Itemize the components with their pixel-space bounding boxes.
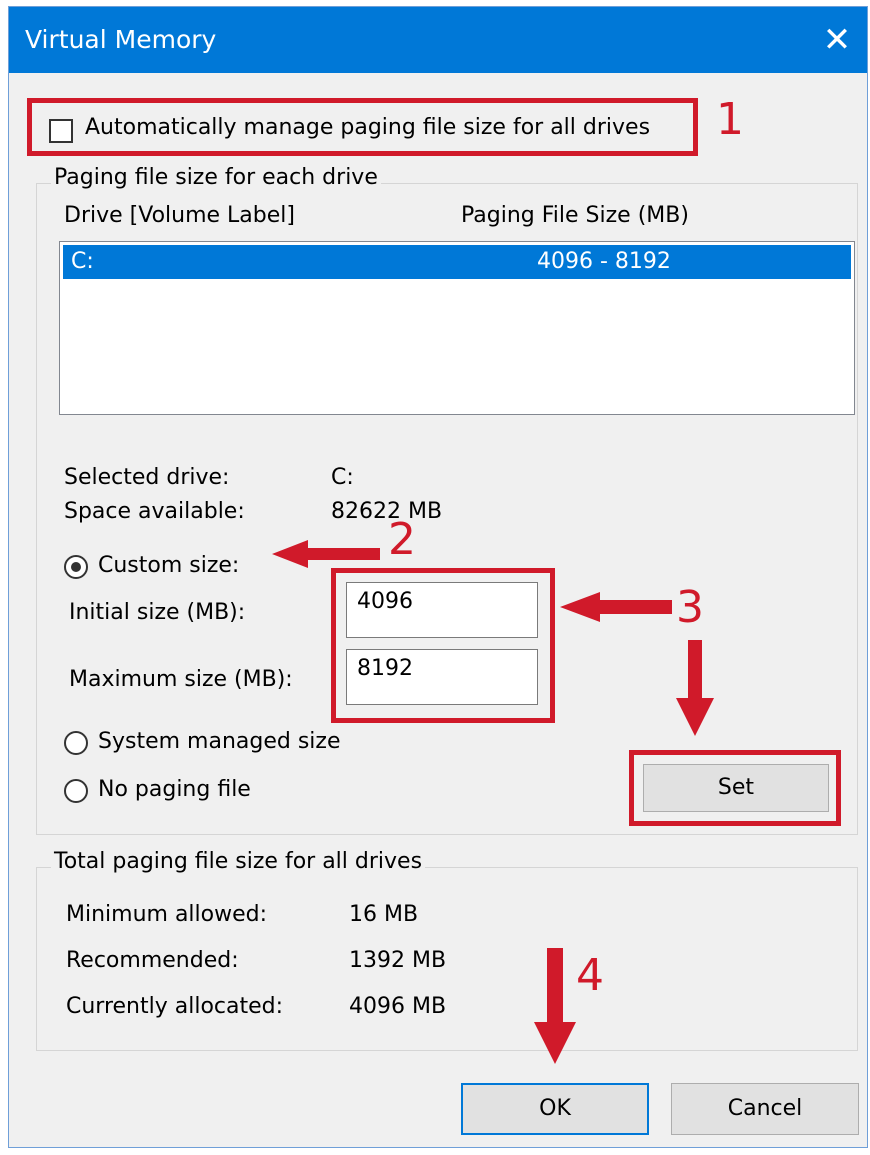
radio-selected-dot <box>71 562 81 572</box>
space-available-value: 82622 MB <box>331 499 443 524</box>
annotation-arrow-4 <box>534 948 576 1064</box>
selected-drive-value: C: <box>331 465 354 490</box>
recommended-label: Recommended: <box>66 948 239 973</box>
minimum-allowed-label: Minimum allowed: <box>66 902 268 927</box>
paging-group-title: Paging file size for each drive <box>51 165 381 190</box>
selected-drive-label: Selected drive: <box>64 465 230 490</box>
recommended-value: 1392 MB <box>349 948 447 973</box>
annotation-arrow-3-down <box>676 640 714 736</box>
space-available-label: Space available: <box>64 499 245 524</box>
ok-button[interactable]: OK <box>461 1083 649 1135</box>
no-paging-radio[interactable] <box>64 779 88 803</box>
annotation-number-4: 4 <box>576 950 604 1001</box>
size-cell: 4096 - 8192 <box>537 249 671 274</box>
annotation-box-3 <box>331 568 555 723</box>
total-group-title: Total paging file size for all drives <box>51 849 426 874</box>
currently-allocated-value: 4096 MB <box>349 994 447 1019</box>
drive-list[interactable]: C: 4096 - 8192 <box>59 241 855 415</box>
title-bar: Virtual Memory ✕ <box>9 7 867 73</box>
annotation-number-1: 1 <box>716 94 744 145</box>
cancel-button[interactable]: Cancel <box>671 1083 859 1135</box>
currently-allocated-label: Currently allocated: <box>66 994 284 1019</box>
system-managed-label[interactable]: System managed size <box>98 729 340 754</box>
initial-size-label: Initial size (MB): <box>69 600 246 625</box>
annotation-arrow-3 <box>560 592 672 622</box>
annotation-box-set <box>629 750 841 826</box>
no-paging-label[interactable]: No paging file <box>98 777 251 802</box>
window-title: Virtual Memory <box>25 25 217 54</box>
annotation-box-1 <box>27 98 698 156</box>
system-managed-radio[interactable] <box>64 731 88 755</box>
column-header-drive: Drive [Volume Label] <box>64 203 295 228</box>
drive-cell: C: <box>71 249 94 274</box>
annotation-number-3: 3 <box>676 582 704 633</box>
custom-size-label[interactable]: Custom size: <box>98 553 239 578</box>
maximum-size-label: Maximum size (MB): <box>69 667 293 692</box>
annotation-number-2: 2 <box>388 514 416 565</box>
minimum-allowed-value: 16 MB <box>349 902 419 927</box>
close-icon[interactable]: ✕ <box>807 7 867 73</box>
list-item[interactable]: C: 4096 - 8192 <box>63 245 851 279</box>
custom-size-radio[interactable] <box>64 555 88 579</box>
column-header-size: Paging File Size (MB) <box>461 203 689 228</box>
